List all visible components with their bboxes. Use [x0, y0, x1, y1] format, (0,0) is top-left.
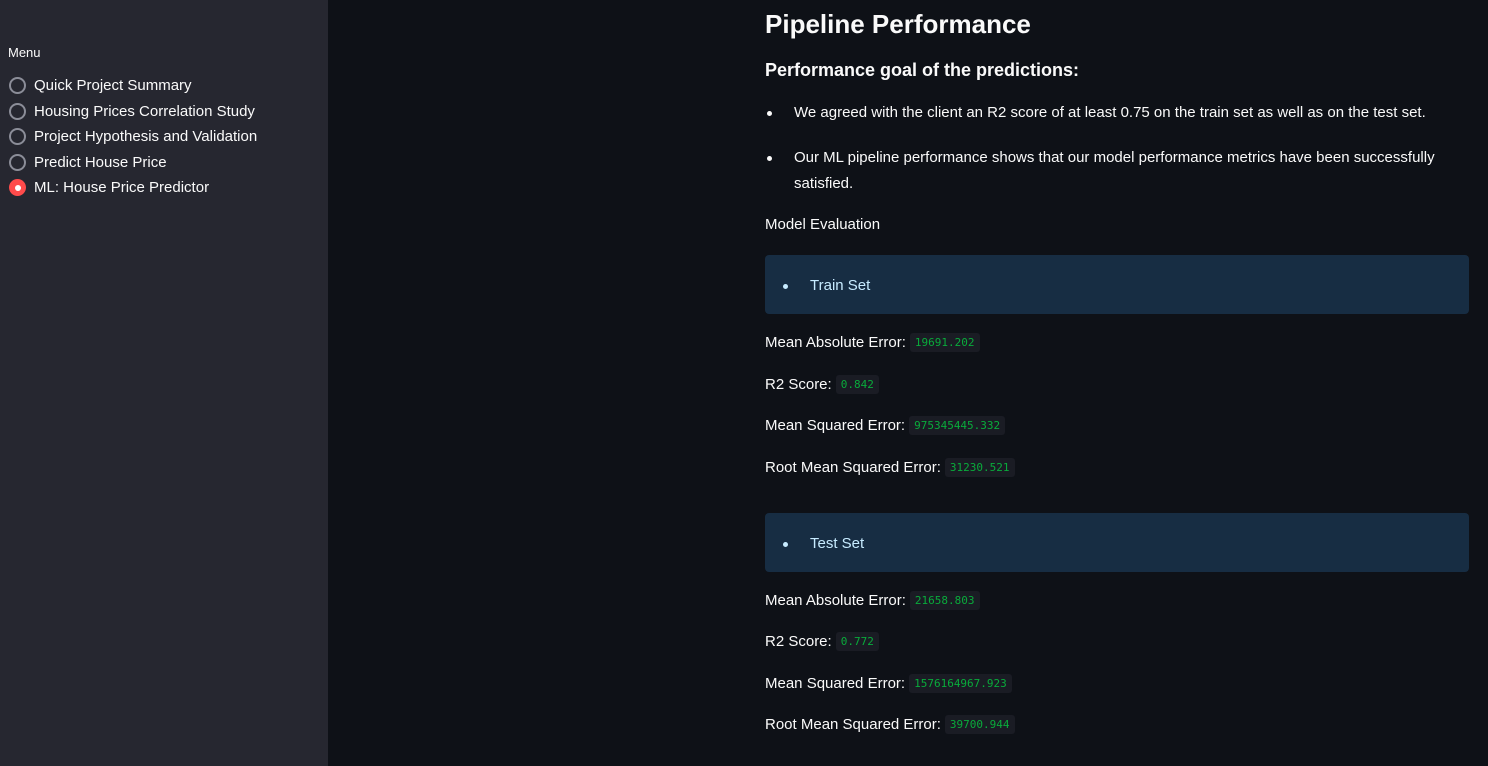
page-title: Pipeline Performance: [765, 9, 1031, 39]
performance-goal-heading: Performance goal of the predictions:: [765, 60, 1080, 80]
list-item: Our ML pipeline performance shows that o…: [765, 145, 1455, 197]
radio-item-ml-house-price-predictor[interactable]: ML: House Price Predictor: [9, 175, 257, 201]
train-set-info-box: Train Set: [765, 255, 1469, 314]
test-r2-row: R2 Score: 0.772: [765, 632, 879, 651]
metric-value: 19691.202: [909, 333, 980, 352]
train-rmse-row: Root Mean Squared Error: 31230.521: [765, 458, 1015, 477]
metric-label: Root Mean Squared Error:: [765, 459, 941, 476]
radio-item-quick-project-summary[interactable]: Quick Project Summary: [9, 73, 257, 99]
radio-selected-icon[interactable]: [9, 179, 26, 197]
model-evaluation-label: Model Evaluation: [765, 216, 881, 233]
test-mse-row: Mean Squared Error: 1576164967.923: [765, 674, 1012, 693]
radio-unselected-icon[interactable]: [9, 77, 26, 95]
metric-label: Root Mean Squared Error:: [765, 716, 941, 733]
radio-item-project-hypothesis-and-validation[interactable]: Project Hypothesis and Validation: [9, 124, 257, 150]
metric-value: 31230.521: [944, 458, 1015, 477]
metric-value: 39700.944: [944, 715, 1015, 734]
test-rmse-row: Root Mean Squared Error: 39700.944: [765, 715, 1015, 734]
radio-label[interactable]: Predict House Price: [34, 154, 167, 171]
metric-value: 21658.803: [909, 591, 980, 610]
test-set-heading: Test Set: [810, 535, 865, 552]
metric-label: Mean Absolute Error:: [765, 334, 906, 351]
list-item: We agreed with the client an R2 score of…: [765, 100, 1455, 126]
metric-label: Mean Absolute Error:: [765, 592, 906, 609]
test-mae-row: Mean Absolute Error: 21658.803: [765, 591, 980, 610]
sidebar: Menu Quick Project Summary Housing Price…: [0, 0, 328, 766]
metric-value: 1576164967.923: [909, 674, 1012, 693]
radio-label[interactable]: Housing Prices Correlation Study: [34, 103, 255, 120]
bullet-icon: [783, 542, 788, 547]
radio-item-housing-prices-correlation-study[interactable]: Housing Prices Correlation Study: [9, 99, 257, 125]
metric-value: 975345445.332: [909, 416, 1006, 435]
radio-unselected-icon[interactable]: [9, 128, 26, 146]
metric-label: R2 Score:: [765, 376, 832, 393]
menu-title: Menu: [8, 45, 41, 60]
app-root: Menu Quick Project Summary Housing Price…: [0, 0, 1488, 766]
radio-item-predict-house-price[interactable]: Predict House Price: [9, 150, 257, 176]
metric-label: R2 Score:: [765, 633, 832, 650]
test-set-info-box: Test Set: [765, 513, 1469, 572]
train-r2-row: R2 Score: 0.842: [765, 375, 879, 394]
train-mae-row: Mean Absolute Error: 19691.202: [765, 333, 980, 352]
page-radio-group: Quick Project Summary Housing Prices Cor…: [9, 73, 257, 201]
bullet-icon: [783, 284, 788, 289]
metric-value: 0.772: [835, 632, 879, 651]
radio-unselected-icon[interactable]: [9, 102, 26, 120]
metric-label: Mean Squared Error:: [765, 417, 906, 434]
radio-label[interactable]: ML: House Price Predictor: [34, 179, 209, 196]
radio-label[interactable]: Project Hypothesis and Validation: [34, 128, 257, 145]
metric-value: 0.842: [835, 375, 879, 394]
metric-label: Mean Squared Error:: [765, 675, 906, 692]
radio-unselected-icon[interactable]: [9, 153, 26, 171]
main-content: Pipeline Performance Performance goal of…: [765, 0, 1469, 766]
goal-bullet-list: We agreed with the client an R2 score of…: [765, 100, 1455, 216]
radio-label[interactable]: Quick Project Summary: [34, 77, 192, 94]
train-mse-row: Mean Squared Error: 975345445.332: [765, 416, 1006, 435]
train-set-heading: Train Set: [810, 277, 871, 294]
